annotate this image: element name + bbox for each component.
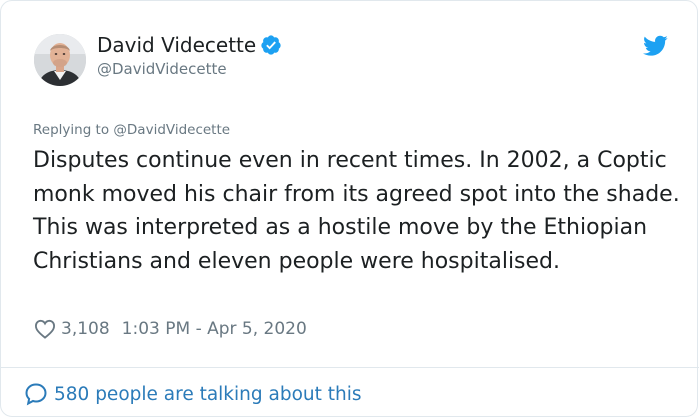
tweet-timestamp[interactable]: 1:03 PM - Apr 5, 2020 [122, 319, 307, 339]
tweet-text: Disputes continue even in recent times. … [33, 148, 680, 274]
author-name[interactable]: David Videcette [97, 33, 282, 57]
tweet-card: David Videcette @DavidVidecette Replying… [0, 0, 699, 417]
verified-badge-icon [261, 35, 281, 55]
avatar-photo [34, 34, 86, 86]
heart-icon[interactable] [34, 319, 56, 339]
talking-link[interactable]: 580 people are talking about this [24, 382, 362, 406]
twitter-bird-icon[interactable] [643, 35, 668, 57]
divider [1, 367, 699, 368]
author-handle[interactable]: @DavidVidecette [97, 60, 227, 78]
replying-to-prefix: Replying to [33, 122, 114, 138]
author-name-text[interactable]: David Videcette [97, 33, 256, 57]
replying-to: Replying to @DavidVidecette [33, 122, 230, 138]
tweet-meta: 3,108 1:03 PM - Apr 5, 2020 [34, 319, 307, 339]
replying-to-handle[interactable]: @DavidVidecette [113, 122, 230, 138]
speech-bubble-icon [25, 383, 47, 406]
like-count[interactable]: 3,108 [61, 319, 110, 339]
talking-text[interactable]: 580 people are talking about this [54, 384, 362, 405]
avatar[interactable] [34, 34, 86, 86]
